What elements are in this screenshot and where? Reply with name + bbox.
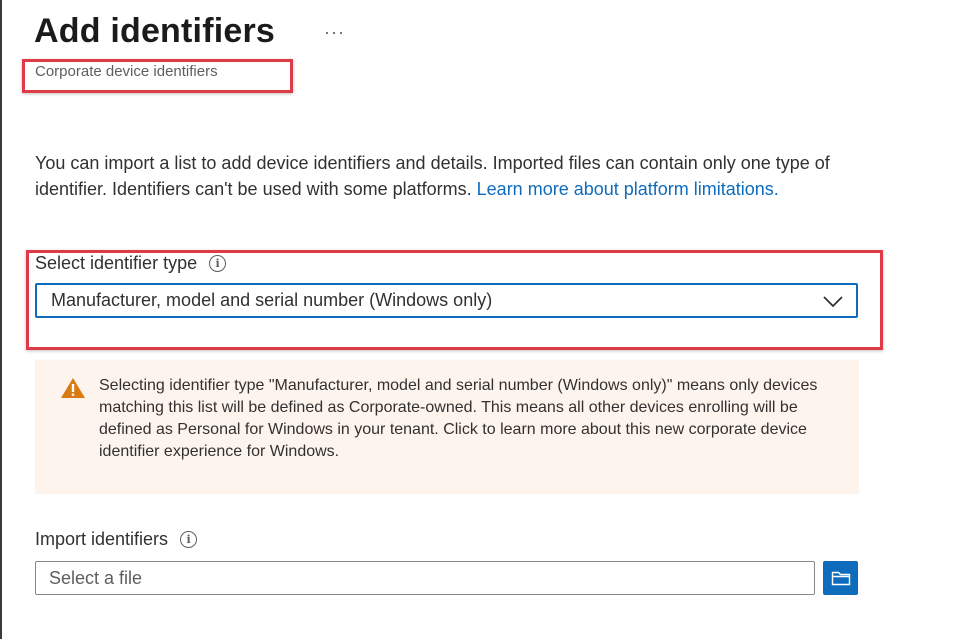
import-identifiers-label-text: Import identifiers [35,529,169,549]
description-text: You can import a list to add device iden… [35,150,855,202]
more-options-button[interactable]: ··· [324,22,345,43]
identifier-type-highlight-box [26,250,883,350]
add-identifiers-page: Add identifiers ··· Corporate device ide… [0,0,972,639]
import-identifiers-label: Import identifiers i [35,529,198,550]
file-select-placeholder: Select a file [49,567,143,588]
warning-message-bar[interactable]: Selecting identifier type "Manufacturer,… [35,360,859,494]
info-icon[interactable]: i [180,531,198,548]
page-title: Add identifiers [34,12,276,50]
file-select-input[interactable]: Select a file [35,561,815,595]
learn-more-link[interactable]: Learn more about platform limitations. [477,179,779,199]
warning-text: Selecting identifier type "Manufacturer,… [99,377,818,460]
browse-file-button[interactable] [823,561,858,595]
warning-icon [61,378,85,398]
folder-icon [831,571,850,586]
subtitle-highlight-box [22,59,293,93]
